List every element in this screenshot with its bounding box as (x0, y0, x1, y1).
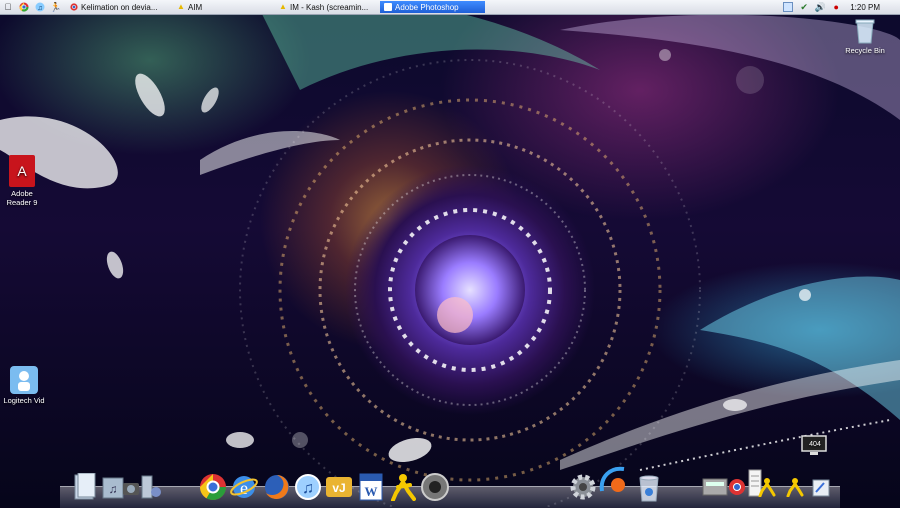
trash-icon (639, 475, 659, 502)
dock-document-stack[interactable] (806, 472, 836, 502)
clock[interactable]: 1:20 PM (850, 3, 880, 12)
system-tray: ✔ 🔊 ● 1:20 PM (780, 0, 900, 14)
desktop-wallpaper (0, 0, 900, 507)
aim-icon: ▲ (177, 2, 185, 11)
dock-documents[interactable] (70, 472, 100, 502)
dock-aim[interactable] (388, 472, 418, 502)
dock-browser-orb[interactable] (598, 465, 628, 495)
desktop-icon-recycle-bin[interactable]: Recycle Bin (835, 18, 895, 55)
dock-internet-explorer[interactable]: e (229, 472, 259, 502)
logitech-vid-icon (10, 366, 38, 394)
dock-trash[interactable] (634, 472, 664, 502)
desktop-icon-adobe-reader[interactable]: A Adobe Reader 9 (0, 155, 52, 207)
svg-text:vJ: vJ (332, 481, 345, 495)
svg-text:♫: ♫ (302, 480, 314, 497)
itunes-icon: ♫ (295, 474, 321, 500)
security-alert-icon[interactable]: ● (831, 2, 841, 12)
network-icon[interactable] (783, 2, 794, 12)
chrome-quicklaunch-icon[interactable] (19, 2, 29, 12)
apple-menu-icon[interactable]:  (3, 2, 13, 12)
monitor-label: 404 (809, 441, 821, 448)
dock-vj[interactable]: vJ (324, 472, 354, 502)
aim-icon (758, 478, 776, 497)
wallpaper-art (0, 0, 900, 507)
dock-word[interactable]: W (356, 472, 386, 502)
recycle-bin-icon (854, 18, 876, 44)
system-preferences-icon (570, 474, 596, 500)
word-icon: W (359, 473, 383, 501)
vj-icon: vJ (326, 477, 352, 497)
aim-icon (391, 474, 416, 501)
applications-icon (141, 475, 161, 499)
internet-explorer-icon: e (230, 476, 258, 498)
dock-chrome[interactable] (198, 472, 228, 502)
aim-icon (786, 478, 804, 497)
desktop-icon-label: Adobe Reader 9 (6, 189, 38, 207)
itunes-quicklaunch-icon[interactable]: ♫ (35, 2, 45, 12)
task-im-kash[interactable]: ▲ IM - Kash (screamin... (275, 1, 378, 13)
photoshop-icon (384, 3, 392, 11)
svg-text:♫: ♫ (37, 5, 42, 12)
firefox-icon (265, 475, 289, 499)
adobe-reader-icon: A (9, 155, 35, 187)
task-label: Adobe Photoshop (395, 2, 459, 12)
task-chrome[interactable]: Kelimation on devia... (66, 1, 171, 13)
desktop-icon-label: Logitech Vid (3, 396, 45, 405)
task-aim[interactable]: ▲ AIM (173, 1, 273, 13)
task-label: AIM (188, 2, 203, 12)
chrome-icon (199, 474, 227, 501)
documents-icon (74, 473, 96, 500)
taskbar:  ♫ 🏃 Kelimation on devia... ▲ AIM ▲ IM … (0, 0, 900, 15)
desktop-icon-logitech-vid[interactable]: Logitech Vid (0, 366, 54, 405)
dock-itunes[interactable]: ♫ (293, 472, 323, 502)
ie-orb-icon (599, 466, 625, 492)
svg-text:A: A (17, 163, 27, 179)
aim-icon: ▲ (279, 2, 287, 11)
document-stack-icon (812, 479, 830, 497)
dock-aim-running[interactable] (752, 472, 782, 502)
svg-text:W: W (365, 484, 378, 499)
media-player-icon (421, 473, 449, 501)
dock-firefox[interactable] (262, 472, 292, 502)
dock-system-preferences[interactable] (568, 472, 598, 502)
task-label: Kelimation on devia... (81, 2, 158, 12)
task-adobe-photoshop[interactable]: Adobe Photoshop (380, 1, 485, 13)
task-label: IM - Kash (screamin... (290, 2, 369, 12)
dock-applications[interactable] (136, 472, 166, 502)
desktop-icon-label: Recycle Bin (845, 46, 885, 55)
volume-icon[interactable]: 🔊 (815, 2, 826, 12)
dock-media-player[interactable] (420, 472, 450, 502)
aim-quicklaunch-icon[interactable]: 🏃 (50, 2, 61, 12)
update-icon[interactable]: ✔ (799, 2, 809, 12)
chrome-icon (70, 3, 78, 11)
